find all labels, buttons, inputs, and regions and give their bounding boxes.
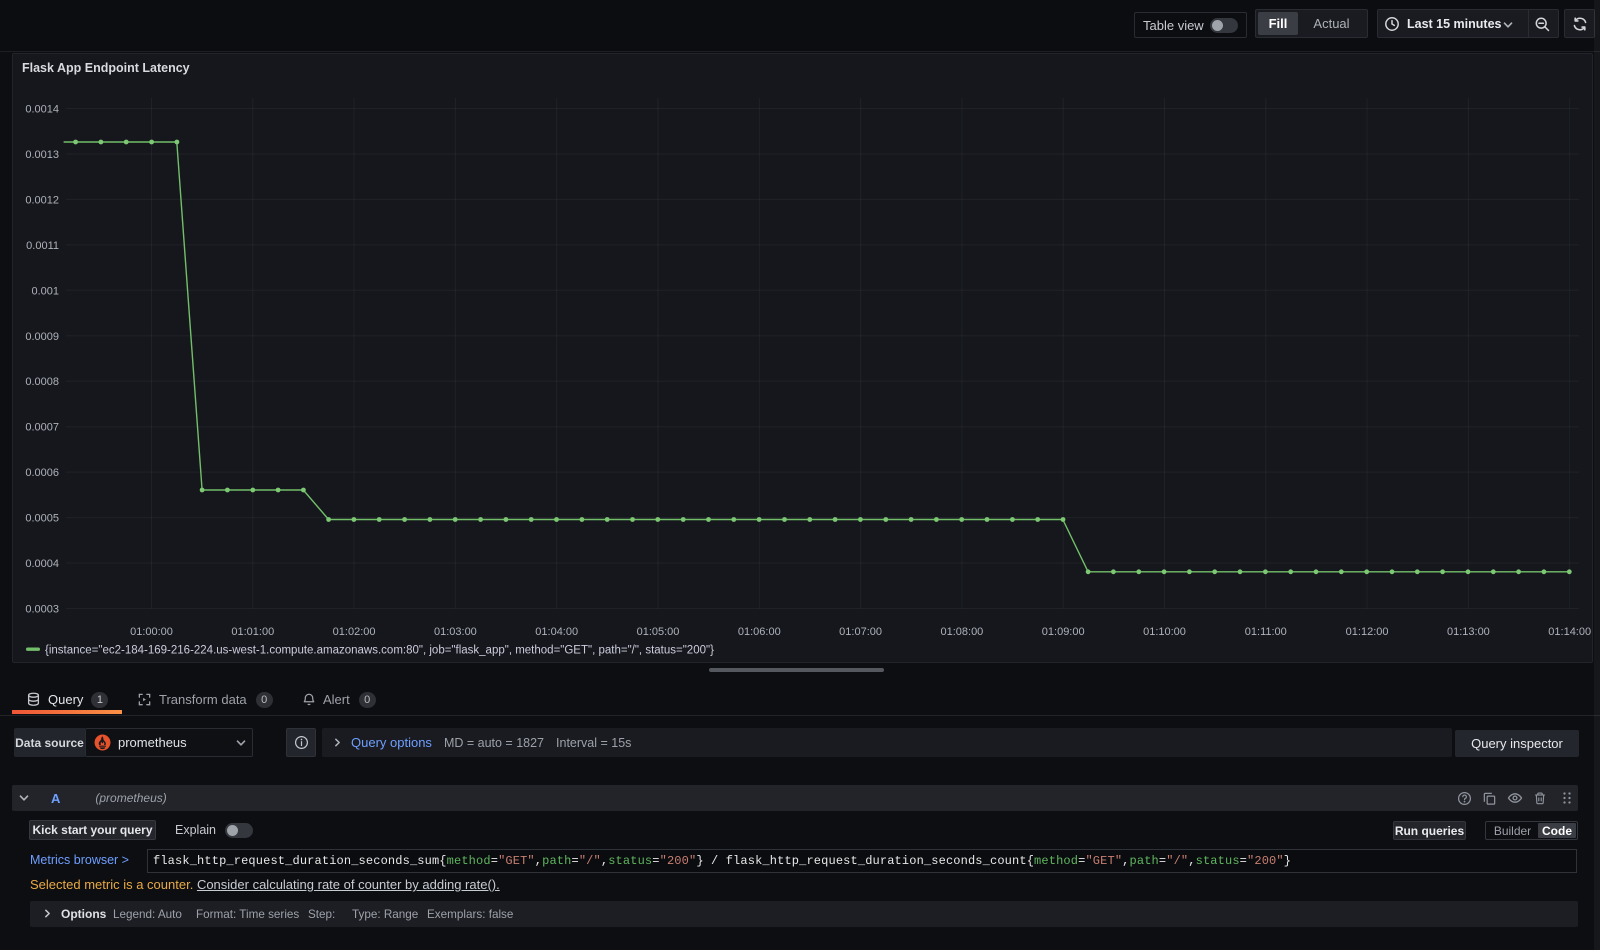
svg-text:01:00:00: 01:00:00 <box>130 626 173 638</box>
svg-text:0.0009: 0.0009 <box>25 331 59 343</box>
svg-text:0.0004: 0.0004 <box>25 558 59 570</box>
svg-text:01:09:00: 01:09:00 <box>1042 626 1085 638</box>
svg-text:0.0003: 0.0003 <box>25 604 59 616</box>
svg-text:0.0014: 0.0014 <box>25 104 59 116</box>
svg-text:01:03:00: 01:03:00 <box>434 626 477 638</box>
svg-text:01:11:00: 01:11:00 <box>1245 626 1287 638</box>
svg-text:0.0011: 0.0011 <box>26 240 59 252</box>
svg-text:01:02:00: 01:02:00 <box>333 626 376 638</box>
svg-text:0.0005: 0.0005 <box>25 513 59 525</box>
svg-text:01:06:00: 01:06:00 <box>738 626 781 638</box>
svg-text:0.0013: 0.0013 <box>25 149 59 161</box>
svg-text:01:13:00: 01:13:00 <box>1447 626 1490 638</box>
svg-text:0.0012: 0.0012 <box>25 194 59 206</box>
svg-text:0.0008: 0.0008 <box>25 376 59 388</box>
svg-text:01:04:00: 01:04:00 <box>535 626 578 638</box>
svg-text:0.0007: 0.0007 <box>25 422 59 434</box>
svg-text:{instance="ec2-184-169-216-224: {instance="ec2-184-169-216-224.us-west-1… <box>45 645 714 657</box>
svg-text:01:08:00: 01:08:00 <box>940 626 983 638</box>
svg-text:0.001: 0.001 <box>31 285 59 297</box>
svg-text:01:14:00: 01:14:00 <box>1548 626 1591 638</box>
svg-text:01:05:00: 01:05:00 <box>637 626 680 638</box>
svg-text:01:07:00: 01:07:00 <box>839 626 882 638</box>
svg-text:01:12:00: 01:12:00 <box>1346 626 1389 638</box>
svg-text:0.0006: 0.0006 <box>25 467 59 479</box>
svg-text:01:01:00: 01:01:00 <box>231 626 274 638</box>
svg-text:01:10:00: 01:10:00 <box>1143 626 1186 638</box>
